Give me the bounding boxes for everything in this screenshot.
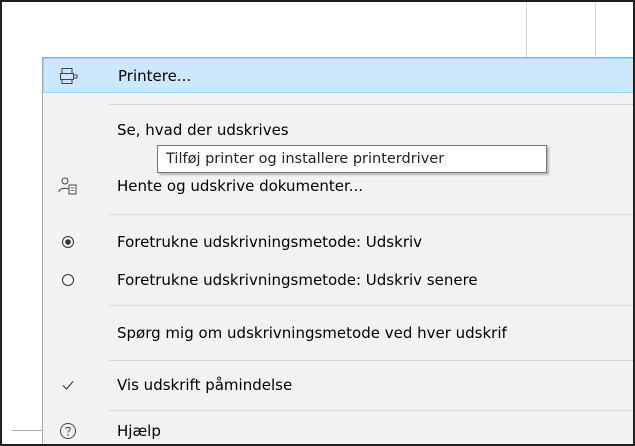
printer-icon <box>56 63 82 89</box>
tooltip: Tilføj printer og installere printerdriv… <box>157 145 547 173</box>
user-document-icon <box>55 173 81 199</box>
menu-item-see-printing[interactable]: Se, hvad der udskrives <box>43 116 633 144</box>
menu-item-label: Hente og udskrive dokumenter... <box>117 177 364 195</box>
menu-item-label: Printere... <box>118 66 192 85</box>
screenshot-frame: Printere... Se, hvad der udskrives Hente… <box>0 0 635 446</box>
menu-separator <box>109 305 633 306</box>
menu-item-label: Spørg mig om udskrivningsmetode ved hver… <box>117 324 507 342</box>
menu-item-ask-print-method[interactable]: Spørg mig om udskrivningsmetode ved hver… <box>43 319 633 347</box>
menu-item-label: Foretrukne udskrivningsmetode: Udskriv <box>117 233 423 251</box>
menu-item-preferred-print-later[interactable]: Foretrukne udskrivningsmetode: Udskriv s… <box>43 266 633 294</box>
background-divider <box>595 2 596 62</box>
menu-item-help[interactable]: Hjælp <box>43 417 633 444</box>
menu-item-fetch-print-documents[interactable]: Hente og udskrive dokumenter... <box>43 172 633 200</box>
menu-item-label: Hjælp <box>117 422 161 440</box>
background-divider <box>12 430 42 431</box>
tooltip-text: Tilføj printer og installere printerdriv… <box>166 151 445 167</box>
menu-item-label: Foretrukne udskrivningsmetode: Udskriv s… <box>117 271 478 289</box>
radio-empty-icon <box>55 267 81 293</box>
help-icon <box>55 418 81 444</box>
menu-separator <box>109 104 633 105</box>
menu-separator <box>109 360 633 361</box>
radio-selected-icon <box>55 229 81 255</box>
menu-item-label: Se, hvad der udskrives <box>117 121 289 139</box>
checkmark-icon <box>55 372 81 398</box>
menu-item-show-print-reminder[interactable]: Vis udskrift påmindelse <box>43 371 633 399</box>
menu-separator <box>109 410 633 411</box>
menu-item-printers[interactable]: Printere... <box>43 58 633 93</box>
menu-item-label: Vis udskrift påmindelse <box>117 376 293 394</box>
menu-separator <box>109 214 633 215</box>
context-menu: Printere... Se, hvad der udskrives Hente… <box>42 57 633 444</box>
background-divider <box>526 2 527 62</box>
menu-item-preferred-print[interactable]: Foretrukne udskrivningsmetode: Udskriv <box>43 228 633 256</box>
